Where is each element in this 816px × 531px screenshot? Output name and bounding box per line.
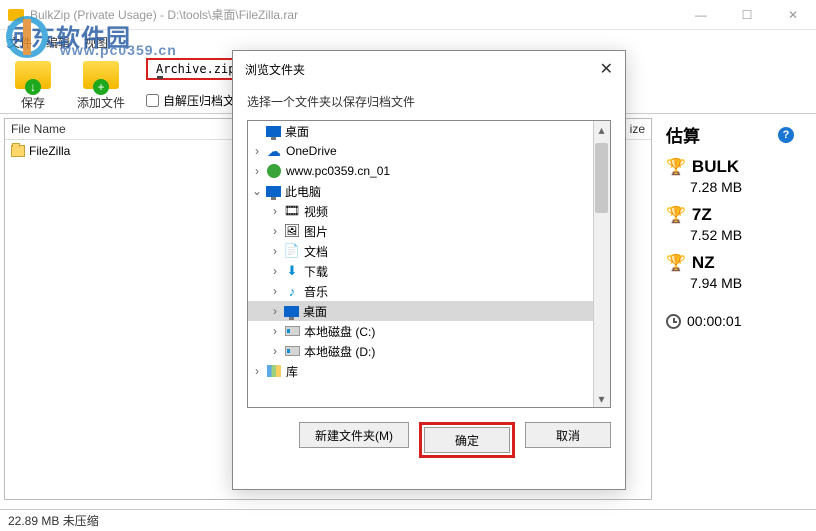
menu-edit[interactable]: 编辑 xyxy=(46,34,70,51)
estimate-title: 估算 xyxy=(666,122,700,147)
col-filename[interactable]: File Name xyxy=(11,122,66,136)
onedrive-icon: ☁ xyxy=(266,143,282,159)
scroll-up-icon[interactable]: ▴ xyxy=(593,121,610,138)
ok-button[interactable]: 确定 xyxy=(424,427,510,453)
computer-icon xyxy=(266,186,281,197)
downloads-icon: ⬇ xyxy=(284,263,300,279)
tree-node-videos[interactable]: ›🎞视频 xyxy=(248,201,610,221)
drive-icon xyxy=(284,343,300,359)
pictures-icon: 🖼 xyxy=(284,223,300,239)
trophy-icon: 🏆 xyxy=(666,205,686,225)
menu-file[interactable]: 文件 xyxy=(8,34,32,51)
window-titlebar: BulkZip (Private Usage) - D:\tools\桌面\Fi… xyxy=(0,0,816,30)
self-extract-checkbox[interactable]: 自解压归档文 xyxy=(146,92,235,109)
window-maximize-button[interactable]: ☐ xyxy=(724,0,770,30)
window-close-button[interactable]: ✕ xyxy=(770,0,816,30)
estimate-pane: 估算 ? 🏆 BULK 7.28 MB 🏆 7Z 7.52 MB 🏆 NZ 7.94 … xyxy=(656,114,804,504)
plus-icon: + xyxy=(93,79,109,95)
est-bulk-name: BULK xyxy=(692,157,739,177)
desktop-icon xyxy=(284,306,299,317)
trophy-icon: 🏆 xyxy=(666,157,686,177)
new-folder-button[interactable]: 新建文件夹(M) xyxy=(299,422,409,448)
tree-node-thispc[interactable]: ⌄此电脑 xyxy=(248,181,610,201)
help-icon[interactable]: ? xyxy=(778,127,794,143)
tree-node-ddrive[interactable]: ›本地磁盘 (D:) xyxy=(248,341,610,361)
tree-node-pictures[interactable]: ›🖼图片 xyxy=(248,221,610,241)
drive-icon xyxy=(284,323,300,339)
clock-icon xyxy=(666,314,681,329)
library-icon xyxy=(266,363,282,379)
est-bulk-size: 7.28 MB xyxy=(690,179,794,195)
tree-node-music[interactable]: ›♪音乐 xyxy=(248,281,610,301)
app-icon xyxy=(8,7,24,23)
archive-filename: Archive.zip xyxy=(156,62,235,76)
tree-node-cdrive[interactable]: ›本地磁盘 (C:) xyxy=(248,321,610,341)
col-size[interactable]: ize xyxy=(630,122,645,136)
browse-folder-dialog: 浏览文件夹 ✕ 选择一个文件夹以保存归档文件 ▴ ▾ 桌面 ›☁OneDrive… xyxy=(232,50,626,490)
scroll-thumb[interactable] xyxy=(595,143,608,213)
save-button[interactable]: ↓ 保存 xyxy=(6,56,60,111)
status-text: 22.89 MB 未压缩 xyxy=(8,512,99,529)
trophy-icon: 🏆 xyxy=(666,253,686,273)
video-icon: 🎞 xyxy=(284,203,300,219)
file-name-label: FileZilla xyxy=(29,144,70,158)
folder-tree[interactable]: ▴ ▾ 桌面 ›☁OneDrive ›www.pc0359.cn_01 ⌄此电脑… xyxy=(247,120,611,408)
timer-value: 00:00:01 xyxy=(687,313,742,329)
dialog-close-button[interactable]: ✕ xyxy=(600,59,613,79)
dialog-title: 浏览文件夹 xyxy=(245,61,305,78)
est-7z-size: 7.52 MB xyxy=(690,227,794,243)
scroll-down-icon[interactable]: ▾ xyxy=(593,390,610,407)
documents-icon: 📄 xyxy=(284,243,300,259)
folder-icon xyxy=(11,145,25,157)
desktop-icon xyxy=(266,126,281,137)
tree-node-user[interactable]: ›www.pc0359.cn_01 xyxy=(248,161,610,181)
statusbar: 22.89 MB 未压缩 xyxy=(0,509,816,531)
tree-node-documents[interactable]: ›📄文档 xyxy=(248,241,610,261)
menu-view[interactable]: 视图 xyxy=(84,34,108,51)
cancel-button[interactable]: 取消 xyxy=(525,422,611,448)
archive-path-box[interactable]: Archive.zip xyxy=(146,58,238,80)
add-file-button[interactable]: + 添加文件 xyxy=(74,56,128,111)
tree-node-downloads[interactable]: ›⬇下载 xyxy=(248,261,610,281)
est-7z-name: 7Z xyxy=(692,205,712,225)
music-icon: ♪ xyxy=(284,283,300,299)
est-nz-size: 7.94 MB xyxy=(690,275,794,291)
dialog-subtitle: 选择一个文件夹以保存归档文件 xyxy=(233,87,625,120)
est-nz-name: NZ xyxy=(692,253,715,273)
ok-button-highlight: 确定 xyxy=(419,422,515,458)
user-icon xyxy=(266,163,282,179)
download-icon: ↓ xyxy=(25,79,41,95)
window-title-text: BulkZip (Private Usage) - D:\tools\桌面\Fi… xyxy=(30,6,298,23)
window-minimize-button[interactable]: — xyxy=(678,0,724,30)
tree-node-desktop-root[interactable]: 桌面 xyxy=(248,121,610,141)
tree-node-libraries[interactable]: ›库 xyxy=(248,361,610,381)
self-extract-input[interactable] xyxy=(146,94,159,107)
tree-node-onedrive[interactable]: ›☁OneDrive xyxy=(248,141,610,161)
tree-node-desktop-selected[interactable]: ›桌面 xyxy=(248,301,610,321)
timer-row: 00:00:01 xyxy=(666,313,794,329)
scrollbar[interactable]: ▴ ▾ xyxy=(593,121,610,407)
